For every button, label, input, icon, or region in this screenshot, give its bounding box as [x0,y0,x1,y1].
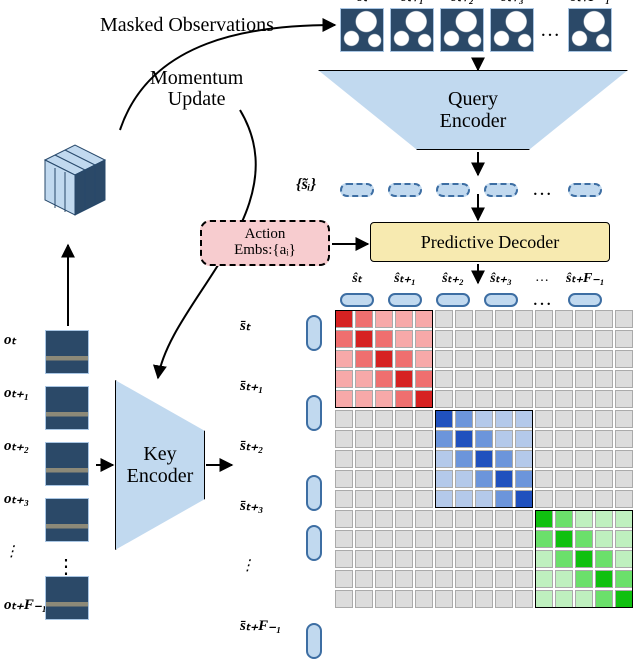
token [388,183,422,197]
token [306,315,322,351]
masked-thumb: õₜ₊₃ [490,8,534,52]
s-bar-col [306,315,322,659]
ellipsis: … [540,19,562,42]
s-hat-row: … [340,288,602,311]
token [568,183,602,197]
masked-obs-row: õₜ õₜ₊₁ õₜ₊₂ õₜ₊₃ … õₜ₊F₋₁ [340,8,612,52]
momentum-label: Momentum Update [150,68,243,110]
token [568,293,602,307]
masked-thumb: õₜ₊F₋₁ [568,8,612,52]
similarity-grid [335,310,635,600]
token [436,183,470,197]
obs-thumb [45,330,89,374]
token [388,293,422,307]
obs-thumb [45,498,89,542]
obs-thumb [45,386,89,430]
token [484,293,518,307]
predictive-decoder: Predictive Decoder [370,222,610,262]
token [306,623,322,659]
si-label: {s̃ᵢ} [296,176,316,194]
token [340,183,374,197]
masked-thumb: õₜ₊₁ [390,8,434,52]
obs-thumb [45,576,89,620]
s-bar-labels: s̄ₜ s̄ₜ₊₁ s̄ₜ₊₂ s̄ₜ₊₃ ⋮ s̄ₜ₊F₋₁ [240,316,281,635]
query-encoder: Query Encoder [318,70,628,150]
action-embs: Action Embs:{aᵢ} [200,220,330,266]
token [436,293,470,307]
obs-thumb [45,442,89,486]
obs-col: ⋮ [45,330,89,620]
token [306,395,322,431]
voxel-cube [15,120,135,240]
masked-obs-label: Masked Observations [100,14,274,37]
masked-thumb: õₜ₊₂ [440,8,484,52]
token [340,293,374,307]
key-encoder: Key Encoder [115,380,205,550]
s-tilde-row: … [340,178,602,201]
token [484,183,518,197]
s-hat-labels: ŝₜ ŝₜ₊₁ ŝₜ₊₂ ŝₜ₊₃ … ŝₜ₊F₋₁ [340,270,600,287]
obs-labels: oₜ oₜ₊₁ oₜ₊₂ oₜ₊₃ ⋮ oₜ₊F₋₁ [4,330,47,614]
token [306,525,322,561]
ellipsis: … [532,288,554,311]
masked-thumb: õₜ [340,8,384,52]
ellipsis: … [532,178,554,201]
token [306,475,322,511]
